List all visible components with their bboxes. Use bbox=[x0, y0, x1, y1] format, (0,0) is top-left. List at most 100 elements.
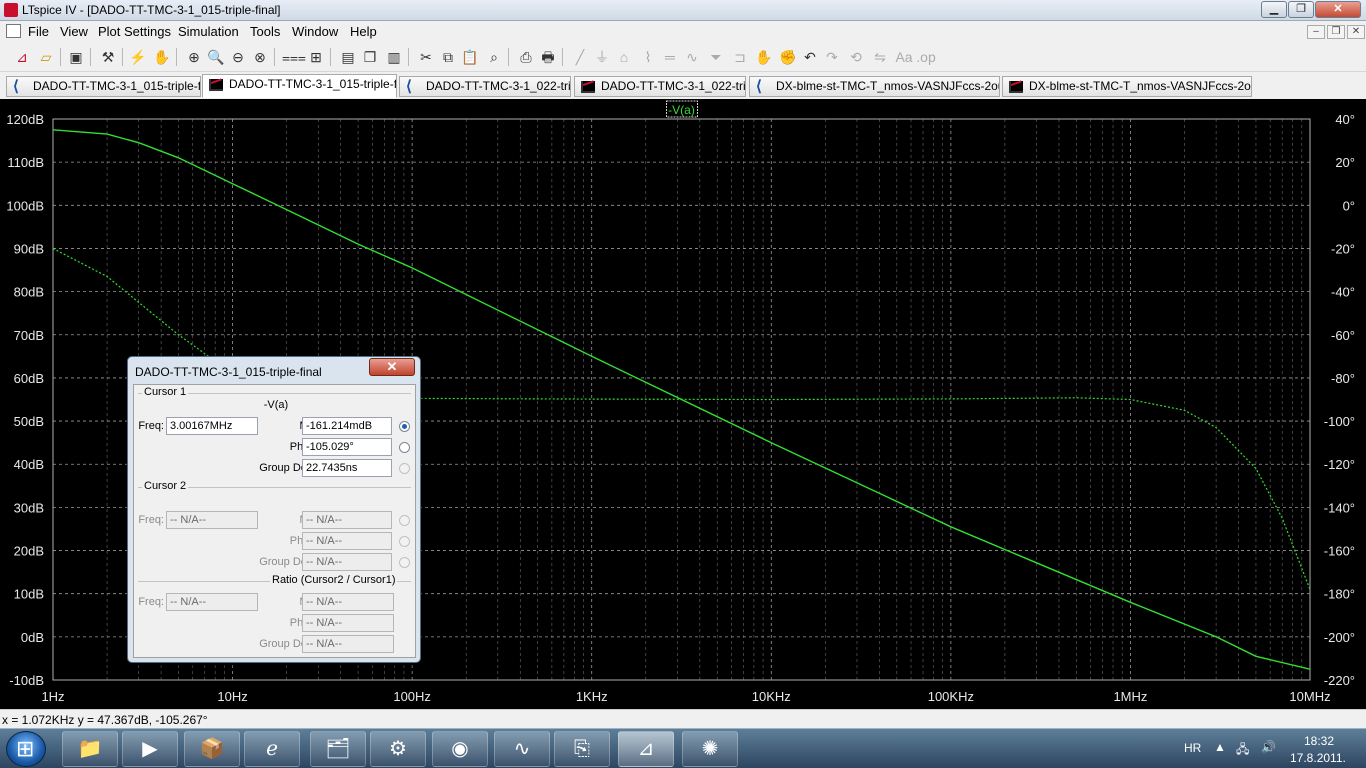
tab-plot-022[interactable]: DADO-TT-TMC-3-1_022-triple bbox=[574, 76, 746, 97]
cut-icon[interactable]: ✂ bbox=[416, 47, 436, 67]
inductor-icon[interactable]: ∿ bbox=[682, 47, 702, 67]
app-taskbar-icon[interactable]: ✺ bbox=[682, 731, 738, 767]
menu-plot-settings[interactable]: Plot Settings bbox=[98, 24, 171, 39]
menu-view[interactable]: View bbox=[60, 24, 88, 39]
cursor2-phase-field[interactable]: -- N/A-- bbox=[302, 532, 392, 550]
menu-simulation[interactable]: Simulation bbox=[178, 24, 239, 39]
internet-explorer-taskbar-icon[interactable]: ℯ bbox=[244, 731, 300, 767]
cursor2-group-delay-field[interactable]: -- N/A-- bbox=[302, 553, 392, 571]
explorer-taskbar-icon[interactable]: 📁 bbox=[62, 731, 118, 767]
start-button[interactable] bbox=[6, 731, 46, 767]
run-icon[interactable]: ⚡ bbox=[128, 47, 148, 67]
zoom-fit-icon[interactable]: ⊗ bbox=[250, 47, 270, 67]
wire-icon[interactable]: ╱ bbox=[570, 47, 590, 67]
title-bar[interactable]: LTspice IV - [DADO-TT-TMC-3-1_015-triple… bbox=[0, 0, 1366, 21]
plot-settings-icon[interactable]: ⊞ bbox=[306, 47, 326, 67]
pan-icon[interactable]: 🔍 bbox=[206, 47, 226, 67]
cursor2-phase-radio[interactable] bbox=[399, 536, 410, 547]
tab-schematic-015[interactable]: DADO-TT-TMC-3-1_015-triple-final bbox=[6, 76, 201, 97]
move-icon[interactable]: ✋ bbox=[754, 47, 774, 67]
text-icon[interactable]: Aa bbox=[894, 47, 914, 67]
ratio-freq-field[interactable]: -- N/A-- bbox=[166, 593, 258, 611]
show-hidden-icons-icon[interactable]: ▲ bbox=[1214, 740, 1226, 754]
ltspice-taskbar-icon[interactable]: ⊿ bbox=[618, 731, 674, 767]
y-right-tick-label: -80° bbox=[1331, 371, 1355, 386]
print-icon[interactable]: 🖶 bbox=[538, 47, 558, 67]
spice-directive-icon[interactable]: .op bbox=[916, 47, 936, 67]
browser-taskbar-icon[interactable]: ◉ bbox=[432, 731, 488, 767]
print-setup-icon[interactable]: ⎙ bbox=[516, 47, 536, 67]
ratio-group-delay-field[interactable]: -- N/A-- bbox=[302, 635, 394, 653]
y-right-tick-label: -180° bbox=[1324, 587, 1355, 602]
clock-date[interactable]: 17.8.2011. bbox=[1290, 751, 1346, 765]
network-icon[interactable]: 🖧 bbox=[1236, 740, 1249, 761]
cursor-dialog[interactable]: DADO-TT-TMC-3-1_015-triple-final ✕ Curso… bbox=[127, 356, 421, 663]
drag-icon[interactable]: ✊ bbox=[778, 47, 798, 67]
menu-window[interactable]: Window bbox=[292, 24, 338, 39]
ratio-phase-field[interactable]: -- N/A-- bbox=[302, 614, 394, 632]
halt-icon[interactable]: ✋ bbox=[152, 47, 172, 67]
capacitor-icon[interactable]: ═ bbox=[660, 47, 680, 67]
save-icon[interactable]: ▣ bbox=[66, 47, 86, 67]
tile-vertical-icon[interactable]: ▥ bbox=[384, 47, 404, 67]
cursor2-mag-radio[interactable] bbox=[399, 515, 410, 526]
cursor-dialog-close-button[interactable]: ✕ bbox=[369, 358, 415, 376]
menu-tools[interactable]: Tools bbox=[250, 24, 280, 39]
minimize-window-button[interactable]: ▁ bbox=[1261, 1, 1287, 18]
cursor1-freq-field[interactable]: 3.00167MHz bbox=[166, 417, 258, 435]
copy-icon[interactable]: ⧉ bbox=[438, 47, 458, 67]
resistor-icon[interactable]: ⌇ bbox=[638, 47, 658, 67]
ratio-mag-field[interactable]: -- N/A-- bbox=[302, 593, 394, 611]
tab-schematic-022[interactable]: DADO-TT-TMC-3-1_022-triple bbox=[399, 76, 571, 97]
cursor2-mag-field[interactable]: -- N/A-- bbox=[302, 511, 392, 529]
mdi-restore-button[interactable]: ❐ bbox=[1327, 25, 1345, 39]
tab-label: DADO-TT-TMC-3-1_022-triple bbox=[426, 79, 571, 93]
close-window-button[interactable]: ✕ bbox=[1315, 1, 1361, 18]
pdf-reader-taskbar-icon[interactable]: ⎘ bbox=[554, 731, 610, 767]
cursor1-group-delay-radio[interactable] bbox=[399, 463, 410, 474]
folder-images-taskbar-icon[interactable]: 🗂 bbox=[310, 731, 366, 767]
media-player-taskbar-icon[interactable]: ▶ bbox=[122, 731, 178, 767]
undo-icon[interactable]: ↶ bbox=[800, 47, 820, 67]
cursor2-group-delay-radio[interactable] bbox=[399, 557, 410, 568]
label-net-icon[interactable]: ⌂ bbox=[614, 47, 634, 67]
mdi-minimize-button[interactable]: – bbox=[1307, 25, 1325, 39]
paste-icon[interactable]: 📋 bbox=[460, 47, 480, 67]
tab-plot-dx[interactable]: DX-blme-st-TMC-T_nmos-VASNJFccs-2outpair bbox=[1002, 76, 1252, 97]
mirror-icon[interactable]: ⇋ bbox=[870, 47, 890, 67]
find-icon[interactable]: ⌕ bbox=[484, 47, 504, 67]
tab-plot-015[interactable]: DADO-TT-TMC-3-1_015-triple-final bbox=[202, 74, 397, 98]
menu-file[interactable]: File bbox=[28, 24, 49, 39]
y-left-tick-label: 50dB bbox=[14, 414, 44, 429]
control-panel-icon[interactable]: ⚒ bbox=[98, 47, 118, 67]
ground-icon[interactable]: ⏚ bbox=[592, 47, 612, 67]
tools-taskbar-icon[interactable]: ⚙ bbox=[370, 731, 426, 767]
diode-icon[interactable]: ⏷ bbox=[706, 47, 726, 67]
language-indicator[interactable]: HR bbox=[1184, 741, 1201, 755]
clock-time[interactable]: 18:32 bbox=[1304, 734, 1334, 748]
autorange-icon[interactable]: ⩶ bbox=[282, 47, 306, 67]
tile-horizontal-icon[interactable]: ▤ bbox=[338, 47, 358, 67]
zoom-in-icon[interactable]: ⊕ bbox=[184, 47, 204, 67]
menu-help[interactable]: Help bbox=[350, 24, 377, 39]
cursor1-mag-field[interactable]: -161.214mdB bbox=[302, 417, 392, 435]
document-icon[interactable] bbox=[6, 24, 21, 38]
cursor1-phase-field[interactable]: -105.029° bbox=[302, 438, 392, 456]
component-icon[interactable]: ⊐ bbox=[730, 47, 750, 67]
volume-icon[interactable]: 🔊 bbox=[1261, 740, 1276, 754]
open-icon[interactable]: ▱ bbox=[36, 47, 56, 67]
maximize-window-button[interactable]: ❐ bbox=[1288, 1, 1314, 18]
rotate-icon[interactable]: ⟲ bbox=[846, 47, 866, 67]
package-taskbar-icon[interactable]: 📦 bbox=[184, 731, 240, 767]
redo-icon[interactable]: ↷ bbox=[822, 47, 842, 67]
cursor2-freq-field[interactable]: -- N/A-- bbox=[166, 511, 258, 529]
cursor1-phase-radio[interactable] bbox=[399, 442, 410, 453]
new-schematic-icon[interactable]: ⊿ bbox=[12, 47, 32, 67]
tab-schematic-dx[interactable]: DX-blme-st-TMC-T_nmos-VASNJFccs-2outpair bbox=[749, 76, 1000, 97]
cursor1-mag-radio[interactable] bbox=[399, 421, 410, 432]
cascade-icon[interactable]: ❐ bbox=[360, 47, 380, 67]
oscilloscope-taskbar-icon[interactable]: ∿ bbox=[494, 731, 550, 767]
zoom-out-icon[interactable]: ⊖ bbox=[228, 47, 248, 67]
cursor1-group-delay-field[interactable]: 22.7435ns bbox=[302, 459, 392, 477]
mdi-close-button[interactable]: ✕ bbox=[1347, 25, 1365, 39]
